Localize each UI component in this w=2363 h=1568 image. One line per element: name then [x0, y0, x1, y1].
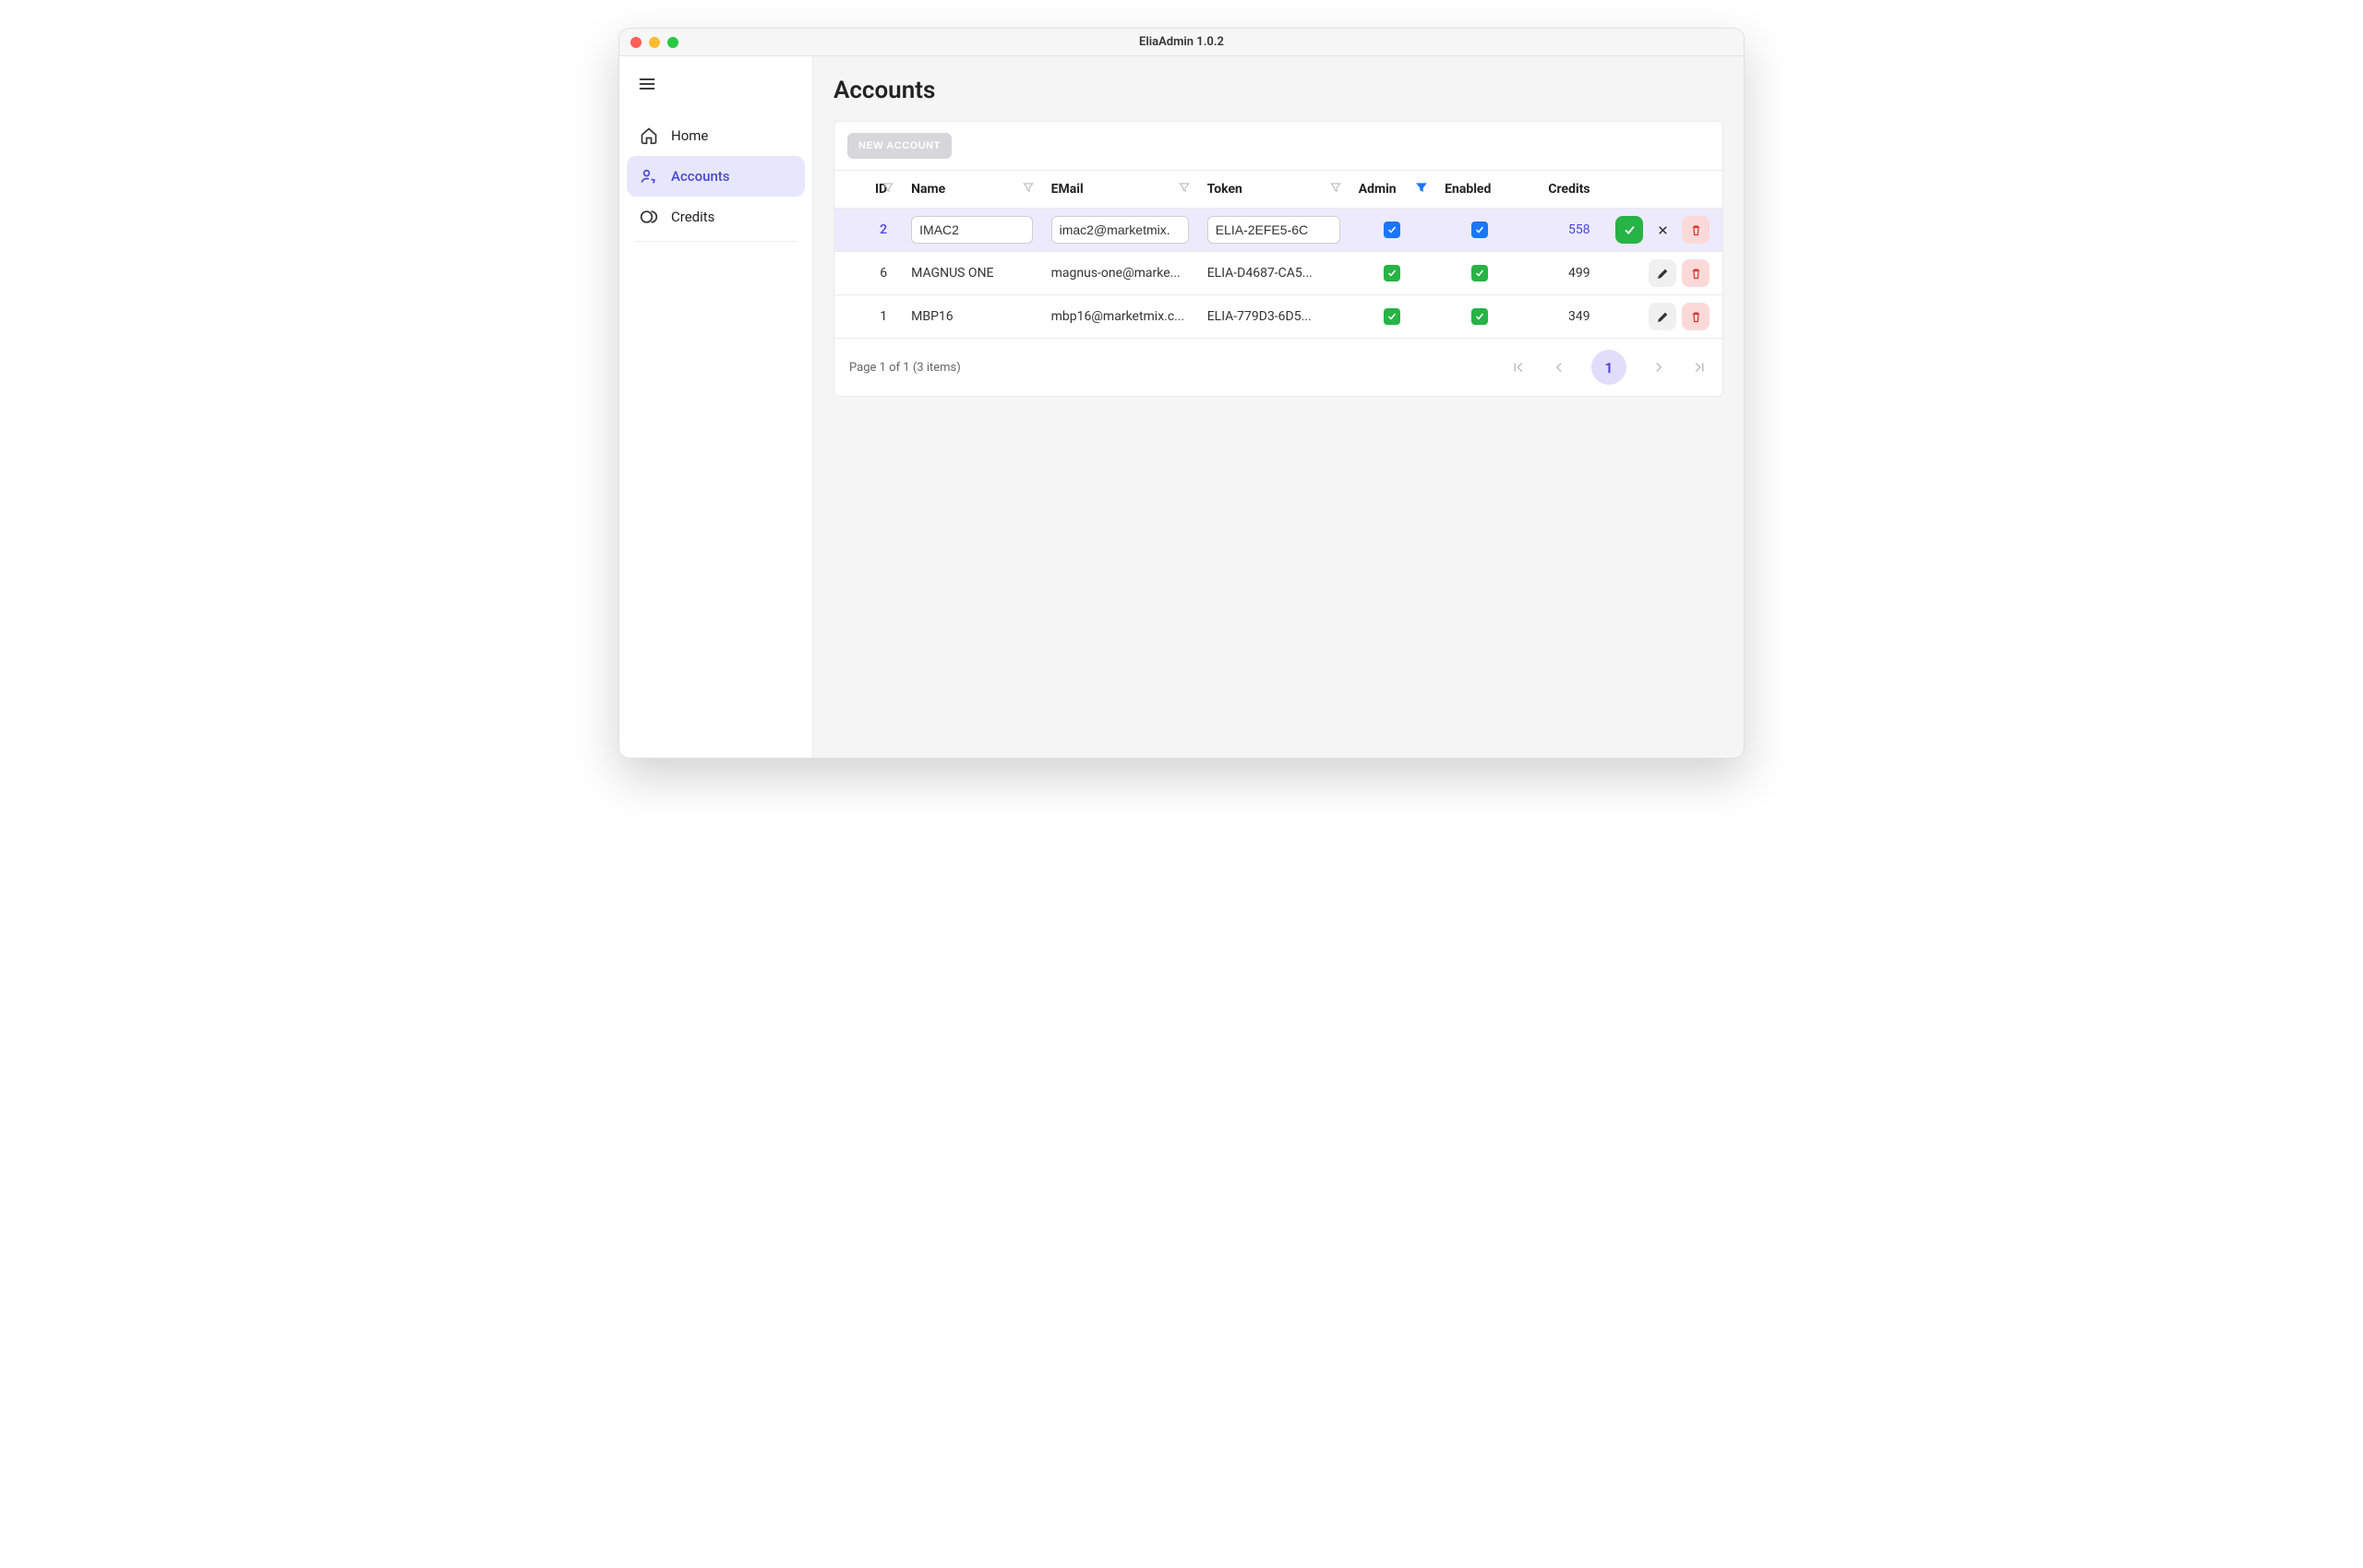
titlebar: EliaAdmin 1.0.2 [619, 29, 1744, 56]
table-row[interactable]: 6 MAGNUS ONE magnus-one@marke... ELIA-D4… [834, 252, 1722, 295]
name-cell: MAGNUS ONE [911, 266, 1032, 281]
sidebar: Home Accounts Credits [619, 56, 813, 758]
app-window: EliaAdmin 1.0.2 Home Accounts Credits [618, 28, 1745, 759]
column-header-enabled[interactable]: Enabled [1435, 171, 1523, 209]
filter-icon[interactable] [882, 181, 894, 197]
filter-icon[interactable] [1415, 181, 1428, 197]
accounts-panel: NEW ACCOUNT ID Name [834, 121, 1723, 397]
column-header-token[interactable]: Token [1198, 171, 1349, 209]
filter-icon[interactable] [1329, 181, 1342, 197]
delete-row-button[interactable] [1682, 259, 1709, 287]
pager-info: Page 1 of 1 (3 items) [849, 361, 961, 375]
filter-icon[interactable] [1022, 181, 1035, 197]
email-cell: magnus-one@marke... [1051, 266, 1189, 281]
column-header-admin[interactable]: Admin [1349, 171, 1435, 209]
checkmark-icon[interactable] [1471, 221, 1488, 238]
pager: Page 1 of 1 (3 items) 1 [834, 339, 1722, 396]
name-cell: MBP16 [911, 309, 1032, 324]
column-header-credits[interactable]: Credits [1523, 171, 1603, 209]
sidebar-item-accounts[interactable]: Accounts [627, 156, 805, 197]
name-input[interactable] [911, 216, 1032, 244]
credits-cell: 349 [1523, 295, 1603, 339]
table-header-row: ID Name EMail [834, 171, 1722, 209]
token-cell: ELIA-779D3-6D5... [1207, 309, 1340, 324]
checkmark-icon [1384, 265, 1400, 281]
pager-last-button[interactable] [1691, 359, 1708, 376]
filter-icon[interactable] [1178, 181, 1191, 197]
table-row[interactable]: 1 MBP16 mbp16@marketmix.c... ELIA-779D3-… [834, 295, 1722, 339]
id-cell: 1 [834, 295, 902, 339]
id-cell: 2 [834, 209, 902, 252]
window-controls [630, 37, 678, 48]
credits-cell: 499 [1523, 252, 1603, 295]
close-window-button[interactable] [630, 37, 642, 48]
checkmark-icon[interactable] [1384, 221, 1400, 238]
email-input[interactable] [1051, 216, 1189, 244]
sidebar-item-label: Credits [671, 209, 714, 225]
nav: Home Accounts Credits [619, 115, 812, 242]
main-content: Accounts NEW ACCOUNT ID Name [813, 56, 1744, 758]
pager-prev-button[interactable] [1551, 359, 1567, 376]
email-cell: mbp16@marketmix.c... [1051, 309, 1189, 324]
menu-toggle-button[interactable] [638, 75, 812, 97]
edit-row-button[interactable] [1649, 303, 1676, 330]
cancel-row-button[interactable] [1649, 216, 1676, 244]
checkmark-icon [1471, 265, 1488, 281]
pager-nav: 1 [1510, 350, 1708, 385]
id-cell: 6 [834, 252, 902, 295]
edit-row-button[interactable] [1649, 259, 1676, 287]
panel-toolbar: NEW ACCOUNT [834, 122, 1722, 170]
sidebar-item-home[interactable]: Home [627, 115, 805, 156]
accounts-icon [640, 167, 658, 186]
delete-row-button[interactable] [1682, 216, 1709, 244]
column-header-name[interactable]: Name [902, 171, 1041, 209]
table-row[interactable]: 2 558 [834, 209, 1722, 252]
column-header-actions [1603, 171, 1722, 209]
sidebar-item-credits[interactable]: Credits [627, 197, 805, 237]
column-header-id[interactable]: ID [834, 171, 902, 209]
credits-cell: 558 [1523, 209, 1603, 252]
credits-icon [640, 208, 658, 226]
minimize-window-button[interactable] [649, 37, 660, 48]
zoom-window-button[interactable] [667, 37, 678, 48]
token-cell: ELIA-D4687-CA5... [1207, 266, 1340, 281]
sidebar-item-label: Accounts [671, 168, 730, 185]
column-header-email[interactable]: EMail [1042, 171, 1198, 209]
accounts-table: ID Name EMail [834, 170, 1722, 339]
sidebar-divider [634, 241, 798, 242]
window-title: EliaAdmin 1.0.2 [619, 35, 1744, 49]
token-input[interactable] [1207, 216, 1340, 244]
pager-current-page[interactable]: 1 [1591, 350, 1626, 385]
new-account-button[interactable]: NEW ACCOUNT [847, 133, 952, 159]
hamburger-icon [638, 75, 656, 93]
pager-next-button[interactable] [1650, 359, 1667, 376]
pager-first-button[interactable] [1510, 359, 1527, 376]
home-icon [640, 126, 658, 145]
checkmark-icon [1384, 308, 1400, 325]
save-row-button[interactable] [1615, 216, 1643, 244]
sidebar-item-label: Home [671, 127, 708, 144]
checkmark-icon [1471, 308, 1488, 325]
page-title: Accounts [834, 77, 1723, 104]
delete-row-button[interactable] [1682, 303, 1709, 330]
